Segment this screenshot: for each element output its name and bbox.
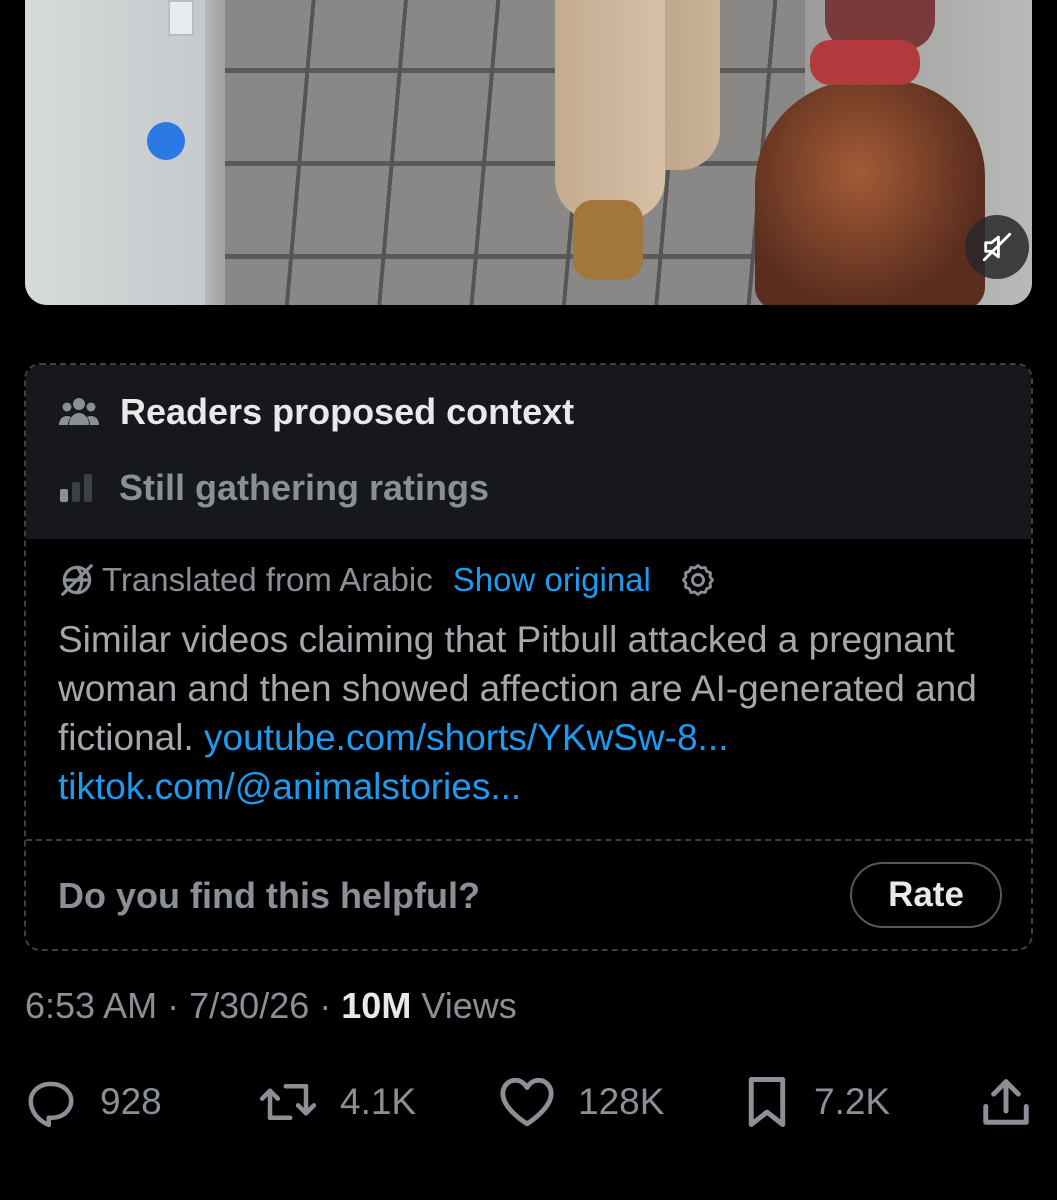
video-frame-wall [25,0,225,305]
translation-row: Translated from Arabic Show original [58,561,717,599]
note-header-status-row: Still gathering ratings [58,467,489,509]
reply-button[interactable]: 928 [24,1075,162,1129]
like-count: 128K [578,1081,665,1122]
repost-arrows-icon [259,1084,317,1120]
note-link-youtube[interactable]: youtube.com/shorts/YKwSw-8... [204,717,728,758]
video-frame-collar [810,40,920,85]
meta-separator: · [319,985,332,1026]
note-body: Similar videos claiming that Pitbull att… [58,615,1008,811]
share-upload-icon [983,1079,1029,1125]
meta-separator: · [167,985,180,1026]
translated-label: Translated from Arabic [102,561,433,598]
repost-button[interactable]: 4.1K [258,1075,416,1129]
show-original-link[interactable]: Show original [453,561,651,599]
community-note: Readers proposed context Still gathering… [24,363,1033,951]
note-header-title-row: Readers proposed context [58,391,574,433]
people-group-icon [59,398,99,425]
views-label: Views [421,985,517,1026]
post-date: 7/30/26 [189,985,310,1026]
bookmark-icon [748,1077,786,1127]
video-frame-leg [555,0,665,220]
note-header-status: Still gathering ratings [119,467,490,508]
note-link-tiktok[interactable]: tiktok.com/@animalstories... [58,766,521,807]
heart-icon [500,1077,554,1127]
post-time: 6:53 AM [25,985,158,1026]
globe-slash-icon [61,564,93,596]
post-meta: 6:53 AM · 7/30/26 · 10M Views [25,985,517,1027]
like-button[interactable]: 128K [498,1075,664,1129]
video-player[interactable] [25,0,1032,305]
rate-button[interactable]: Rate [850,862,1002,928]
bookmark-button[interactable]: 7.2K [742,1075,890,1129]
volume-muted-icon [982,232,1012,262]
note-header: Readers proposed context Still gathering… [26,365,1031,539]
note-header-title: Readers proposed context [120,391,575,432]
mute-button[interactable] [965,215,1029,279]
video-frame-dog [755,80,985,305]
speech-bubble-icon [28,1081,74,1128]
video-frame-floor [225,0,825,305]
bar-chart-icon [60,474,92,502]
repost-count: 4.1K [340,1081,417,1122]
video-frame-blue-dot [147,122,185,160]
video-frame-plate [168,0,194,36]
views-count: 10M [341,985,412,1026]
translation-settings-button[interactable] [679,561,717,599]
gear-icon [681,564,714,596]
note-divider [26,839,1031,841]
share-button[interactable] [980,1075,1032,1129]
bookmark-count: 7.2K [814,1081,891,1122]
helpful-question: Do you find this helpful? [58,875,480,916]
video-frame-shoe [573,200,643,280]
reply-count: 928 [100,1081,162,1122]
